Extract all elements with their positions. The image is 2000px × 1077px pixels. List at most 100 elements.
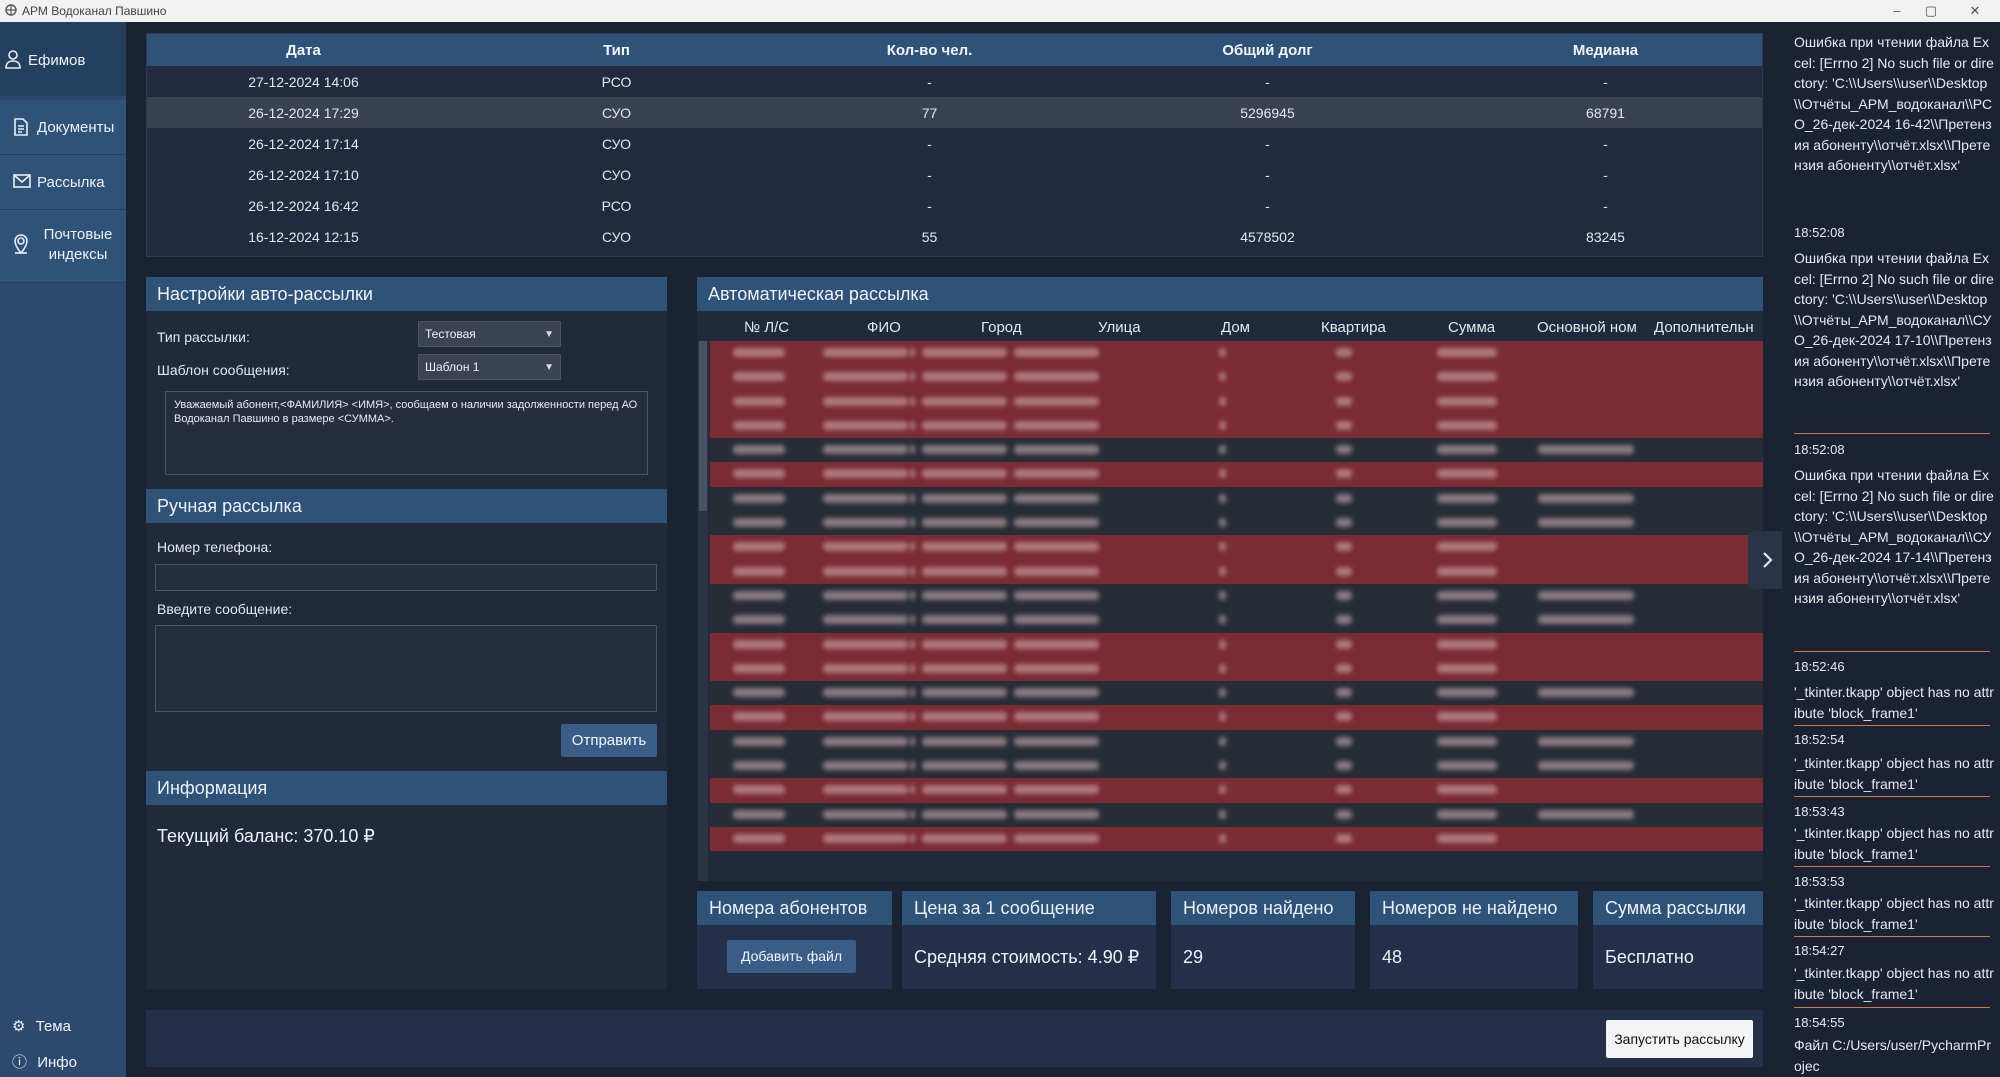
add-file-button[interactable]: Добавить файл	[727, 940, 856, 973]
table-row[interactable]	[710, 754, 1763, 779]
column-header[interactable]: Основной ном	[1537, 319, 1637, 336]
blurred-cell	[910, 420, 915, 430]
table-row[interactable]	[710, 632, 1763, 657]
table-row[interactable]: 16-12-2024 12:15 СУО 55 4578502 83245	[147, 221, 1762, 252]
blurred-cell	[1219, 736, 1226, 746]
column-header[interactable]: ФИО	[867, 319, 901, 336]
table-row[interactable]	[710, 438, 1763, 463]
column-header[interactable]: Квартира	[1321, 319, 1386, 336]
table-row-selected[interactable]: 26-12-2024 17:29 СУО 77 5296945 68791	[147, 97, 1762, 128]
table-row[interactable]	[710, 826, 1763, 852]
auto-mailing-panel: Автоматическая рассылка № Л/С ФИО Город …	[697, 277, 1763, 881]
table-row[interactable]	[710, 681, 1763, 706]
blurred-cell	[1336, 663, 1352, 673]
table-row[interactable]	[710, 608, 1763, 633]
blurred-cell	[922, 688, 1007, 698]
user-profile[interactable]: Ефимов	[0, 22, 126, 96]
table-cell: 26-12-2024 16:42	[248, 197, 359, 214]
table-row[interactable]	[710, 705, 1763, 730]
table-row[interactable]: 26-12-2024 17:14 СУО - - -	[147, 128, 1762, 159]
template-text-area[interactable]: Уважаемый абонент,<ФАМИЛИЯ> <ИМЯ>, сообщ…	[165, 391, 648, 475]
message-input[interactable]	[155, 625, 657, 712]
mailing-type-value: Тестовая	[425, 327, 476, 341]
column-header[interactable]: Город	[981, 319, 1022, 336]
blurred-cell	[1437, 348, 1497, 357]
table-row[interactable]	[710, 486, 1763, 512]
user-icon	[5, 50, 21, 69]
bottom-bar	[146, 1010, 1763, 1067]
table-row[interactable]	[710, 559, 1763, 584]
table-row[interactable]	[710, 583, 1763, 609]
table-row[interactable]: 27-12-2024 14:06 РСО - - -	[147, 66, 1762, 97]
blurred-cell	[1336, 445, 1352, 455]
column-header[interactable]: Улица	[1098, 319, 1141, 336]
table-row[interactable]	[710, 365, 1763, 390]
table-row[interactable]	[710, 511, 1763, 536]
theme-button[interactable]: ⚙ Тема	[12, 1017, 71, 1035]
auto-list-scrollbar[interactable]	[698, 341, 708, 881]
close-button[interactable]: ✕	[1958, 0, 1992, 22]
phone-input[interactable]	[155, 564, 657, 591]
table-row[interactable]: 26-12-2024 17:10 СУО - - -	[147, 159, 1762, 190]
log-timestamp: 18:52:08	[1794, 225, 1845, 240]
table-row[interactable]: 26-12-2024 16:42 РСО - - -	[147, 190, 1762, 221]
sidebar-item-mailing[interactable]: Рассылка	[0, 155, 126, 210]
table-row[interactable]	[710, 729, 1763, 755]
table-row[interactable]	[710, 389, 1763, 414]
table-row[interactable]	[710, 462, 1763, 487]
info-button[interactable]: ⓘ Инфо	[12, 1051, 77, 1072]
sidebar-item-documents[interactable]: Документы	[0, 100, 126, 155]
column-header[interactable]: Тип	[460, 34, 773, 66]
table-row[interactable]	[710, 656, 1763, 682]
column-header[interactable]: Кол-во чел.	[773, 34, 1086, 66]
log-separator	[1794, 651, 1990, 652]
blurred-cell	[1219, 590, 1226, 600]
balance-text: Текущий баланс: 370.10 ₽	[157, 826, 375, 846]
blurred-cell	[1538, 493, 1634, 503]
blurred-cell	[1219, 420, 1226, 430]
table-cell: -	[1603, 135, 1608, 152]
blurred-cell	[1437, 736, 1497, 746]
blurred-cell	[1336, 372, 1352, 382]
sidebar-item-postal-codes[interactable]: Почтовые индексы	[0, 210, 126, 283]
blurred-cell	[823, 809, 908, 819]
blurred-cell	[823, 420, 908, 430]
template-select[interactable]: Шаблон 1 ▼	[418, 354, 561, 380]
table-row[interactable]	[710, 341, 1763, 366]
minimize-button[interactable]: –	[1880, 0, 1914, 22]
blurred-cell	[910, 566, 915, 576]
scrollbar-thumb[interactable]	[699, 341, 707, 511]
not-found-card: Номеров не найдено 48	[1370, 891, 1578, 989]
blurred-cell	[1219, 542, 1226, 552]
table-cell: -	[927, 166, 932, 183]
table-cell: -	[1603, 197, 1608, 214]
blurred-cell	[910, 615, 915, 625]
mailing-type-select[interactable]: Тестовая ▼	[418, 321, 561, 347]
blurred-cell	[1014, 518, 1099, 528]
table-row[interactable]	[710, 535, 1763, 560]
blurred-cell	[1014, 761, 1099, 771]
card-header: Сумма рассылки	[1593, 891, 1763, 925]
blurred-cell	[1219, 348, 1226, 357]
table-cell: СУО	[460, 97, 773, 128]
send-button[interactable]: Отправить	[561, 724, 657, 757]
column-header[interactable]: Дата	[147, 34, 460, 66]
blurred-cell	[823, 445, 908, 455]
mailing-sum: Бесплатно	[1605, 947, 1694, 967]
table-row[interactable]	[710, 413, 1763, 439]
table-row[interactable]	[710, 802, 1763, 827]
column-header[interactable]: Медиана	[1449, 34, 1762, 66]
column-header[interactable]: Дом	[1221, 319, 1250, 336]
column-header[interactable]: Сумма	[1448, 319, 1495, 336]
column-header[interactable]: № Л/С	[744, 319, 789, 336]
start-mailing-button[interactable]: Запустить рассылку	[1606, 1020, 1753, 1058]
blurred-cell	[910, 833, 915, 843]
blurred-cell	[1336, 566, 1352, 576]
table-row[interactable]	[710, 778, 1763, 803]
table-cell: 4578502	[1240, 228, 1295, 245]
maximize-button[interactable]: ▢	[1914, 0, 1948, 22]
column-header[interactable]: Дополнительн	[1654, 319, 1754, 336]
log-timestamp: 18:52:46	[1794, 659, 1845, 674]
log-separator	[1794, 433, 1990, 434]
column-header[interactable]: Общий долг	[1086, 34, 1449, 66]
